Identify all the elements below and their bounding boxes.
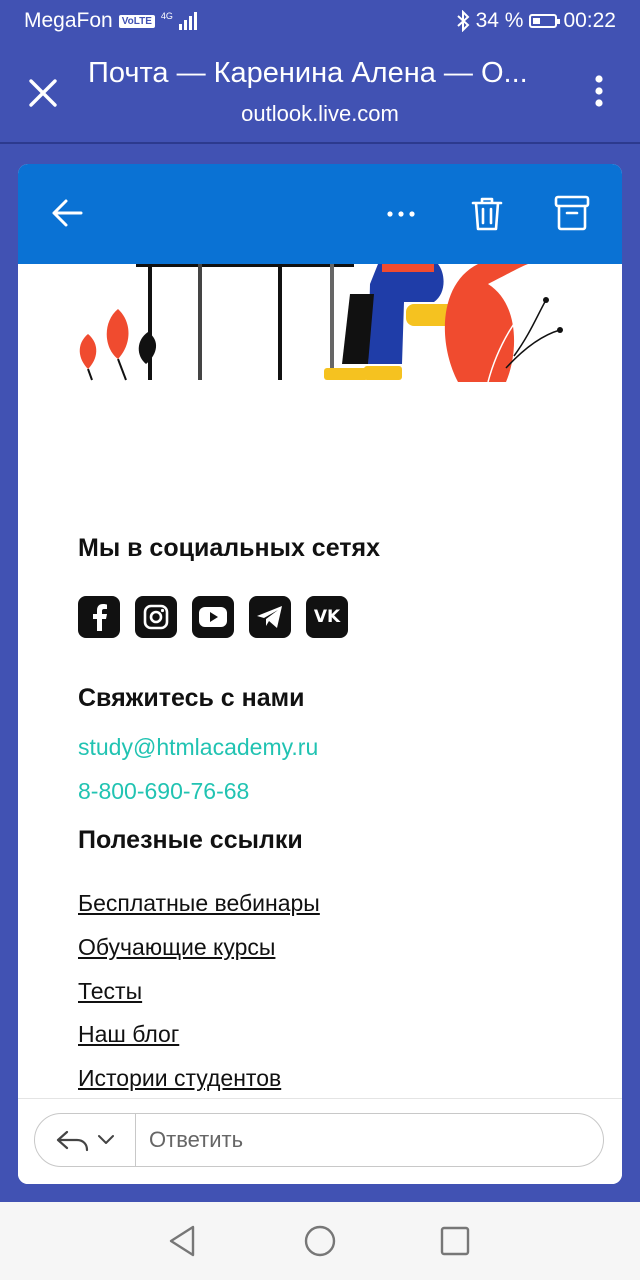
vk-label: VK	[313, 607, 341, 627]
battery-percent: 34 %	[475, 9, 524, 32]
link-tests[interactable]: Тесты	[78, 978, 142, 1005]
youtube-icon[interactable]	[192, 596, 234, 638]
trash-icon[interactable]	[470, 196, 504, 232]
nav-home-icon[interactable]	[303, 1224, 337, 1258]
reply-input[interactable]: Ответить	[34, 1113, 604, 1167]
contact-heading: Свяжитесь с нами	[78, 684, 305, 712]
more-actions-icon[interactable]	[386, 204, 416, 224]
status-right: 34 % 00:22	[456, 9, 616, 33]
illustration-person-at-desk	[79, 264, 563, 383]
volte-badge: VoLTE	[118, 14, 155, 28]
email-link[interactable]: study@htmlacademy.ru	[78, 734, 318, 761]
overflow-menu-icon[interactable]	[592, 74, 606, 108]
bluetooth-icon	[456, 10, 470, 32]
header-divider	[0, 142, 640, 144]
telegram-icon[interactable]	[249, 596, 291, 638]
browser-header: Почта — Каренина Алена — О... outlook.li…	[0, 44, 640, 142]
reply-arrow-icon	[56, 1130, 89, 1152]
social-heading: Мы в социальных сетях	[78, 534, 381, 562]
social-links: VK	[78, 596, 348, 638]
link-webinars[interactable]: Бесплатные вебинары	[78, 890, 320, 917]
nav-recents-icon[interactable]	[438, 1224, 472, 1258]
phone-link[interactable]: 8-800-690-76-68	[78, 778, 249, 805]
reply-options-button[interactable]	[35, 1114, 136, 1166]
status-left: MegaFon VoLTE 4G	[24, 9, 197, 33]
archive-icon[interactable]	[554, 194, 590, 232]
link-student-stories[interactable]: Истории студентов	[78, 1065, 281, 1092]
clock: 00:22	[563, 9, 616, 32]
page-title: Почта — Каренина Алена — О...	[88, 57, 528, 89]
back-arrow-icon[interactable]	[50, 196, 84, 230]
system-nav-bar	[0, 1202, 640, 1280]
link-courses[interactable]: Обучающие курсы	[78, 934, 275, 961]
vk-icon[interactable]: VK	[306, 596, 348, 638]
page-url: outlook.live.com	[241, 101, 399, 126]
battery-icon	[529, 14, 561, 28]
useful-links-heading: Полезные ссылки	[78, 826, 303, 854]
mail-card: Мы в социальных сетях VK Свяжитесь с нам…	[18, 164, 622, 1184]
facebook-icon[interactable]	[78, 596, 120, 638]
network-type: 4G	[160, 10, 173, 21]
status-bar: MegaFon VoLTE 4G 34 % 00:22	[0, 0, 640, 44]
signal-icon	[178, 12, 197, 30]
battery-level	[533, 18, 541, 24]
instagram-icon[interactable]	[135, 596, 177, 638]
link-blog[interactable]: Наш блог	[78, 1021, 179, 1048]
nav-back-icon[interactable]	[166, 1224, 200, 1258]
chevron-down-icon	[98, 1135, 114, 1144]
reply-placeholder: Ответить	[149, 1127, 244, 1152]
reply-bar: Ответить	[18, 1098, 622, 1184]
mail-toolbar	[18, 164, 622, 264]
carrier-name: MegaFon	[24, 9, 113, 32]
